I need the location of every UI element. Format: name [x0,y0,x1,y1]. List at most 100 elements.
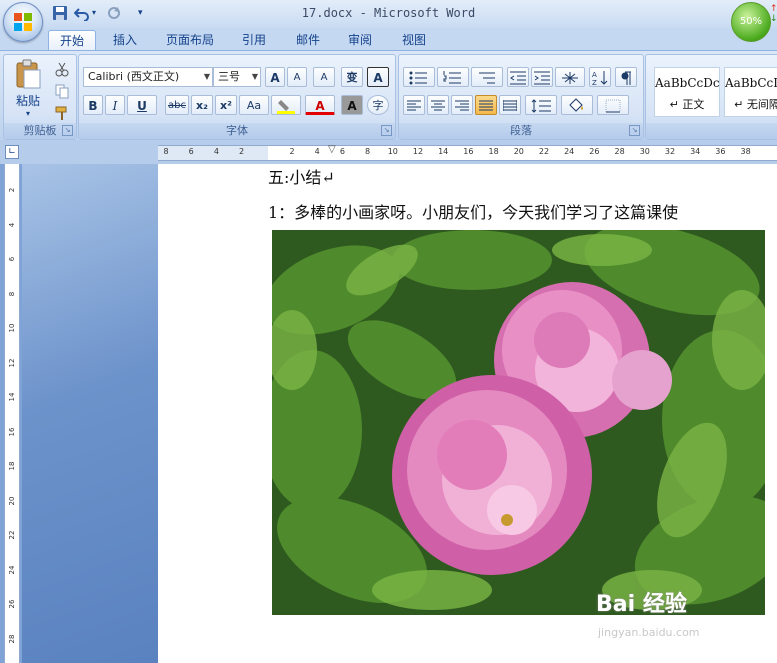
office-logo-icon [14,13,32,31]
vertical-ruler-tick-label: 24 [8,565,16,574]
character-border-button[interactable]: A [367,67,389,87]
tab-home[interactable]: 开始 [48,30,96,51]
ruler-tick-label: 4 [314,147,320,156]
sort-icon: AZ [592,71,608,87]
character-shading-button[interactable]: A [341,95,363,115]
bold-button[interactable]: B [83,95,103,115]
font-name-value: Calibri (西文正文) [88,70,180,83]
style-normal[interactable]: AaBbCcDc ↵ 正文 [654,67,720,117]
justify-icon [479,100,493,111]
borders-button[interactable] [597,95,629,115]
enclose-character-button[interactable]: 字 [367,95,389,115]
highlight-button[interactable] [271,95,301,115]
strikethrough-button[interactable]: abc [165,95,189,115]
shrink-font-button[interactable]: A [287,67,307,87]
increase-indent-icon [534,71,550,85]
superscript-button[interactable]: x² [215,95,237,115]
align-right-icon [455,100,469,111]
justify-button[interactable] [475,95,497,115]
cut-icon[interactable] [54,61,70,77]
decrease-indent-button[interactable] [507,67,529,87]
asian-layout-button[interactable] [555,67,585,87]
vertical-ruler-tick-label: 8 [8,291,16,296]
tab-view[interactable]: 视图 [392,30,436,50]
align-right-button[interactable] [451,95,473,115]
font-color-button[interactable]: A [305,95,335,115]
tab-insert[interactable]: 插入 [104,30,146,50]
phonetic-guide-button[interactable]: 变 [341,67,363,87]
title-bar: ▾ ▾ 17.docx - Microsoft Word [0,0,777,28]
document-heading[interactable]: 五:小结↵ [268,164,335,188]
office-button[interactable] [3,2,43,42]
font-group: Calibri (西文正文) ▼ 三号 ▼ A A A 变 A B I U abc … [78,54,396,140]
vertical-ruler-tick-label: 6 [8,256,16,262]
bullets-icon [409,71,427,85]
ruler-tick-label: 16 [463,147,474,156]
ruler-tick-label: 12 [412,147,424,156]
paragraph-group: AZ 段落 ↘ [398,54,644,140]
font-name-combo[interactable]: Calibri (西文正文) ▼ [83,67,213,87]
paragraph-launcher-icon[interactable]: ↘ [629,125,640,136]
document-workspace-background [22,164,158,663]
align-left-button[interactable] [403,95,425,115]
network-speed-widget[interactable]: 50% [731,2,771,42]
tab-review[interactable]: 审阅 [338,30,382,50]
sort-button[interactable]: AZ [589,67,611,87]
grow-font-button[interactable]: A [265,67,285,87]
shading-button[interactable] [561,95,593,115]
increase-indent-button[interactable] [531,67,553,87]
vertical-ruler-tick-label: 26 [8,599,16,609]
tab-mailings[interactable]: 邮件 [286,30,330,50]
change-case-button[interactable]: Aa [239,95,269,115]
borders-icon [605,99,621,113]
align-center-button[interactable] [427,95,449,115]
tab-page-layout[interactable]: 页面布局 [160,30,220,50]
paste-button[interactable]: 粘贴 ▾ [10,59,46,118]
numbering-icon [443,71,461,84]
document-paragraph[interactable]: 1：多棒的小画家呀。小朋友们，今天我们学习了这篇课使 [268,199,678,223]
ruler-tick-label: 8 [365,147,371,156]
clear-format-button[interactable]: A [313,67,335,87]
watermark-url: jingyan.baidu.com [598,626,700,639]
paste-label: 粘贴 [15,94,40,108]
ruler-tick-label: 22 [538,147,550,156]
horizontal-ruler[interactable]: 8 6 4 2 2 4 6 8 10 12 14 16 18 20 22 24 26 28 30 32 34 36 38 ▽ [158,145,777,161]
line-spacing-button[interactable] [525,95,557,115]
highlighter-icon [277,100,295,114]
format-painter-icon[interactable] [54,105,70,121]
ruler-tick-label: 14 [438,147,449,156]
vertical-ruler-tick-label: 20 [8,496,16,505]
underline-button[interactable]: U [127,95,157,115]
paragraph-group-label: 段落 [399,123,643,139]
font-size-combo[interactable]: 三号 ▼ [213,67,261,87]
peony-photo[interactable] [272,230,765,615]
align-center-icon [431,100,445,111]
tab-references[interactable]: 引用 [232,30,276,50]
clipboard-group: 粘贴 ▾ 剪贴板 ↘ [3,54,77,140]
indent-marker-icon[interactable]: ▽ [328,145,336,155]
distributed-button[interactable] [499,95,521,115]
line-spacing-icon [531,99,551,113]
ruler-tick-label: 2 [239,147,245,156]
font-launcher-icon[interactable]: ↘ [381,125,392,136]
styles-group-label [646,123,777,139]
align-left-icon [407,100,421,111]
tab-selector-button[interactable]: ∟ [5,145,19,159]
copy-icon[interactable] [54,83,70,99]
bullets-button[interactable] [403,67,435,87]
clipboard-launcher-icon[interactable]: ↘ [62,125,73,136]
chevron-down-icon: ▼ [251,72,258,81]
italic-button[interactable]: I [105,95,125,115]
peony-flower-lower [392,375,592,575]
paste-icon [16,59,41,89]
subscript-button[interactable]: x₂ [191,95,213,115]
multilevel-list-button[interactable] [471,67,503,87]
paste-dropdown-icon: ▾ [25,109,30,118]
ruler-tick-label: 8 [163,147,169,156]
numbering-button[interactable] [437,67,469,87]
ruler-tick-label: 20 [513,147,524,156]
style-no-spacing[interactable]: AaBbCcDc ↵ 无间隔 [724,67,777,117]
show-marks-button[interactable] [615,67,637,87]
svg-text:A: A [592,71,597,79]
vertical-ruler[interactable]: 2 4 6 8 10 12 14 16 18 20 22 24 26 28 [4,164,20,663]
